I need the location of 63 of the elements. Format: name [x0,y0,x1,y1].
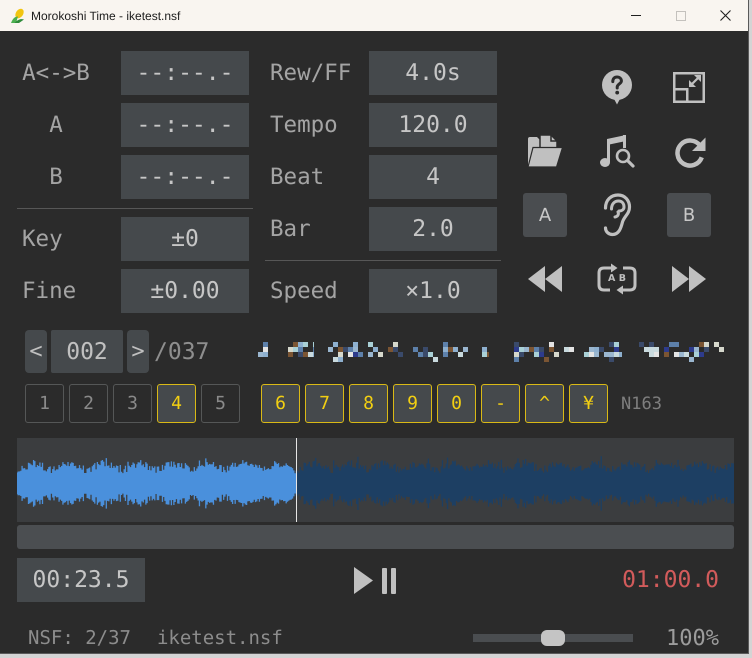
value-field[interactable]: ±0 [121,217,249,261]
total-time: 01:00.0 [622,567,719,593]
track-number-field[interactable]: 002 [51,330,123,373]
time-field[interactable]: --:--.- [121,51,249,95]
maximize-icon [676,10,686,20]
channel-toggle[interactable]: 3 [113,384,152,423]
chip-label: N163 [621,394,662,414]
marker-a-button[interactable]: A [523,193,567,237]
slider-thumb[interactable] [541,630,566,646]
value-field[interactable]: 2.0 [369,207,497,251]
minimize-icon [630,15,640,16]
setting-label: Bar [270,216,311,242]
scroll-bar[interactable] [17,525,734,549]
file-name: iketest.nsf [156,627,283,649]
close-icon [720,10,731,21]
ab-loop-button[interactable]: A B [596,263,638,295]
volume-percent: 100% [666,626,719,650]
loop-arrows-icon [596,263,638,295]
channel-toggle[interactable]: 5 [201,384,240,423]
resize-icon[interactable] [673,72,705,102]
value-field[interactable]: 4.0s [369,51,497,95]
channel-toggle[interactable]: 8 [349,384,388,423]
channel-toggle[interactable]: 1 [25,384,64,423]
value-field[interactable]: ±0.00 [121,269,249,313]
fast-forward-icon[interactable] [672,266,706,292]
next-track-button[interactable]: > [127,330,149,373]
corn-icon [11,8,25,23]
channel-toggle[interactable]: 2 [69,384,108,423]
waveform-panel[interactable] [17,438,734,522]
setting-label: A [48,112,64,138]
value-field[interactable]: 120.0 [369,103,497,147]
channel-toggle[interactable]: 6 [261,384,300,423]
time-field[interactable]: --:--.- [121,103,249,147]
channel-toggle[interactable]: ^ [525,384,564,423]
value-field[interactable]: 4 [369,155,497,199]
play-pause-icon[interactable] [354,566,397,594]
channel-toggle[interactable]: 9 [393,384,432,423]
elapsed-time: 00:23.5 [17,558,145,602]
setting-label: Beat [270,164,324,190]
track-total: /037 [154,338,210,364]
setting-label: Tempo [270,112,338,138]
previous-track-button[interactable]: < [25,330,47,373]
channel-toggle[interactable]: - [481,384,520,423]
rewind-icon[interactable] [528,266,562,292]
ear-icon[interactable] [602,193,632,237]
channel-toggle[interactable]: 4 [157,384,196,423]
help-icon[interactable] [601,70,633,104]
setting-label: B [48,164,64,190]
setting-label: A<->B [22,60,90,86]
value-field[interactable]: ×1.0 [369,269,497,313]
setting-label: Fine [22,278,76,304]
channel-toggle[interactable]: 7 [305,384,344,423]
time-field[interactable]: --:--.- [121,155,249,199]
channel-toggle[interactable]: ¥ [569,384,608,423]
marker-b-button[interactable]: B [667,193,711,237]
setting-label: Rew/FF [270,60,352,86]
track-info: NSF: 2/37 [28,627,131,649]
setting-label: Speed [270,278,338,304]
channel-toggle[interactable]: 0 [437,384,476,423]
setting-label: Key [22,226,63,252]
window-title: Morokoshi Time - iketest.nsf [31,8,180,22]
folder-icon[interactable] [527,134,563,168]
music-search-icon[interactable] [599,134,635,168]
